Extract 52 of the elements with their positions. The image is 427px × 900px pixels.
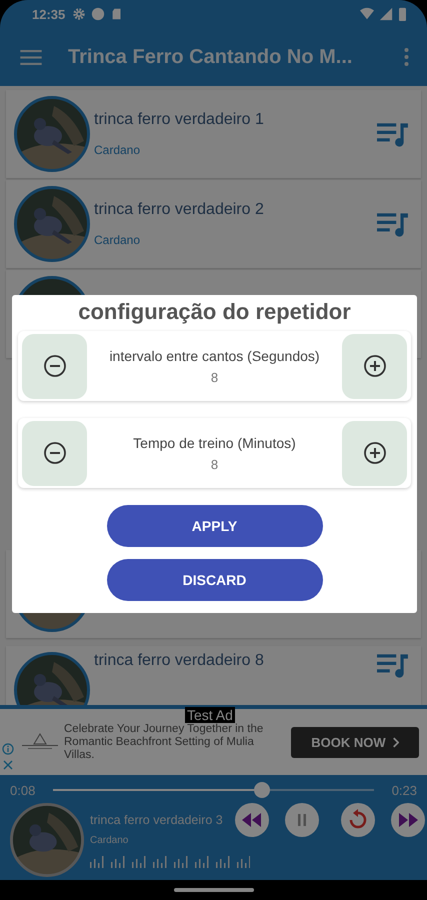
info-icon[interactable] — [2, 743, 14, 755]
ad-banner[interactable]: Celebrate Your Journey Together in the Romantic Beachfront Setting of Mulia Villas. BOOK NOW Test Ad — [0, 705, 427, 775]
pause-button[interactable] — [285, 803, 319, 837]
track-card[interactable]: trinca ferro verdadeiro 1 Cardano — [6, 90, 421, 178]
plus-circle-icon — [362, 354, 386, 378]
track-artist: Cardano — [94, 143, 142, 157]
track-title: trinca ferro verdadeiro 1 — [94, 111, 265, 129]
fast-forward-button[interactable] — [391, 803, 425, 837]
playlist-music-icon[interactable] — [377, 121, 409, 147]
setting-label: Tempo de treino (Minutos) — [133, 434, 296, 450]
repeat-button[interactable] — [341, 803, 375, 837]
track-card[interactable]: trinca ferro verdadeiro 8 — [6, 646, 421, 705]
test-ad-badge: Test Ad — [185, 707, 235, 723]
now-playing-title: trinca ferro verdadeiro 3 — [90, 813, 224, 827]
playlist-music-icon[interactable] — [377, 652, 409, 678]
track-title: trinca ferro verdadeiro 2 — [94, 201, 265, 219]
dialog-title: configuração do repetidor — [78, 299, 351, 325]
increase-button[interactable] — [342, 420, 407, 486]
playlist-music-icon[interactable] — [377, 211, 409, 237]
now-playing-artist: Cardano — [90, 835, 130, 846]
circle-icon — [91, 7, 106, 21]
track-artist: Cardano — [94, 233, 142, 247]
minus-circle-icon — [42, 441, 66, 465]
decrease-button[interactable] — [22, 334, 87, 398]
seek-thumb[interactable] — [254, 782, 270, 798]
status-time: 12:35 — [32, 6, 66, 22]
signal-icon — [379, 7, 393, 21]
plus-circle-icon — [362, 441, 386, 465]
minus-circle-icon — [42, 354, 66, 378]
menu-icon[interactable] — [20, 50, 42, 64]
discard-button[interactable]: DISCARD — [106, 559, 322, 601]
track-card[interactable]: trinca ferro verdadeiro 2 Cardano — [6, 180, 421, 268]
setting-label: intervalo entre cantos (Segundos) — [109, 348, 320, 364]
resort-logo-icon — [20, 732, 60, 752]
rewind-button[interactable] — [235, 803, 269, 837]
setting-value: 8 — [210, 370, 218, 384]
book-now-button[interactable]: BOOK NOW — [291, 726, 419, 758]
wifi-icon — [360, 7, 374, 21]
track-title: trinca ferro verdadeiro 8 — [94, 652, 265, 670]
more-options-icon[interactable] — [404, 48, 409, 66]
battery-icon — [398, 7, 407, 21]
close-icon[interactable] — [2, 759, 14, 771]
apply-button[interactable]: APPLY — [106, 505, 322, 547]
gear-icon — [72, 7, 86, 21]
chevron-icon — [392, 736, 399, 748]
setting-value: 8 — [210, 456, 218, 472]
increase-button[interactable] — [342, 334, 407, 398]
elapsed-time: 0:08 — [10, 782, 36, 798]
ad-text: Celebrate Your Journey Together in the Romantic Beachfront Setting of Mulia Villas. — [64, 722, 264, 762]
app-title: Trinca Ferro Cantando No M... — [68, 46, 354, 68]
total-time: 0:23 — [392, 782, 417, 798]
decrease-button[interactable] — [22, 420, 87, 486]
